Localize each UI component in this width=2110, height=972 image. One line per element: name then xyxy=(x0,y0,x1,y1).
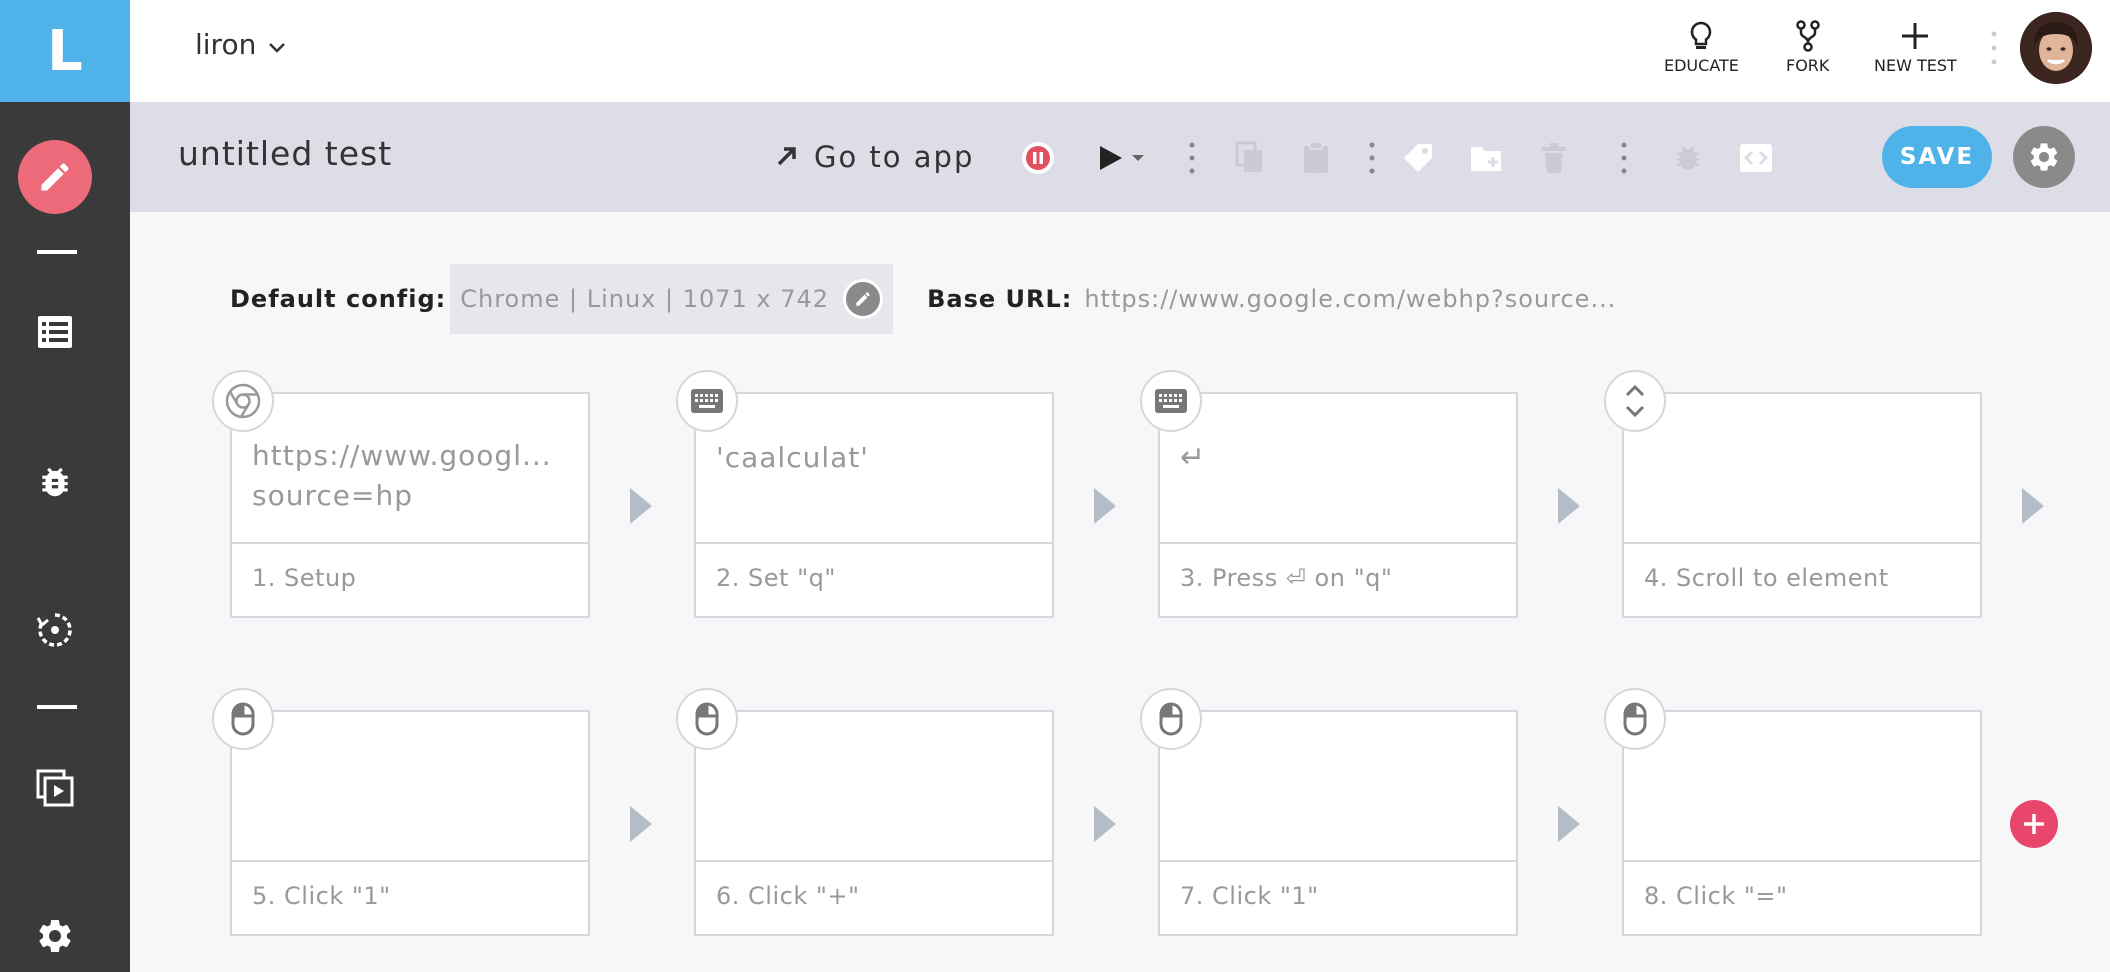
lightbulb-icon xyxy=(1688,20,1714,52)
debug-bug-icon[interactable] xyxy=(1668,138,1708,178)
step-card[interactable]: 5. Click "1" xyxy=(230,710,590,936)
tag-icon[interactable] xyxy=(1398,138,1438,178)
step-arrow xyxy=(1558,806,1580,842)
default-config-text: Chrome | Linux | 1071 x 742 xyxy=(460,285,830,313)
step-card[interactable]: 'caalculat' 2. Set "q" xyxy=(694,392,1054,618)
step-preview xyxy=(1624,712,1980,862)
step-label: 8. Click "=" xyxy=(1644,882,1788,910)
play-icon[interactable] xyxy=(1090,138,1130,178)
trash-icon[interactable] xyxy=(1534,138,1574,178)
pause-record-icon[interactable] xyxy=(1018,138,1058,178)
fork-label: FORK xyxy=(1786,56,1830,75)
sidebar-divider xyxy=(37,705,77,709)
toolbar-divider-dots xyxy=(1362,138,1382,178)
project-name: liron xyxy=(195,28,257,61)
keyboard-icon xyxy=(676,370,738,432)
sidebar: L xyxy=(0,0,130,972)
step-label: 2. Set "q" xyxy=(716,564,836,592)
sidebar-divider xyxy=(37,250,77,254)
step-label: 1. Setup xyxy=(252,564,357,592)
bug-icon[interactable] xyxy=(33,460,77,504)
paste-icon[interactable] xyxy=(1296,138,1336,178)
list-icon[interactable] xyxy=(33,310,77,354)
go-to-app-label: Go to app xyxy=(814,140,975,174)
step-arrow xyxy=(1094,806,1116,842)
fork-icon xyxy=(1795,20,1821,52)
scroll-icon xyxy=(1604,370,1666,432)
step-label: 6. Click "+" xyxy=(716,882,860,910)
refresh-icon[interactable] xyxy=(33,608,77,652)
step-preview xyxy=(696,712,1052,862)
step-preview xyxy=(1624,394,1980,544)
copy-icon[interactable] xyxy=(1230,138,1270,178)
step-card[interactable]: https://www.googl... source=hp 1. Setup xyxy=(230,392,590,618)
test-title[interactable]: untitled test xyxy=(178,134,392,173)
gear-icon[interactable] xyxy=(33,914,77,958)
educate-button[interactable]: EDUCATE xyxy=(1664,20,1739,75)
step-preview: https://www.googl... source=hp xyxy=(232,394,588,544)
step-arrow xyxy=(1558,488,1580,524)
step-card[interactable]: 6. Click "+" xyxy=(694,710,1054,936)
step-label: 3. Press ⏎ on "q" xyxy=(1180,564,1393,592)
educate-label: EDUCATE xyxy=(1664,56,1739,75)
top-header: liron EDUCATE FORK NEW TEST xyxy=(130,0,2110,102)
step-card[interactable]: 8. Click "=" xyxy=(1622,710,1982,936)
toolbar-divider-dots xyxy=(1614,138,1634,178)
chrome-icon xyxy=(212,370,274,432)
default-config-value[interactable]: Chrome | Linux | 1071 x 742 xyxy=(450,264,894,334)
step-label: 4. Scroll to element xyxy=(1644,564,1889,592)
avatar[interactable] xyxy=(2020,12,2092,84)
step-preview xyxy=(232,712,588,862)
test-toolbar: untitled test Go to app SAVE xyxy=(130,102,2110,212)
step-preview: 'caalculat' xyxy=(696,394,1052,544)
base-url-value[interactable]: https://www.google.com/webhp?source... xyxy=(1084,285,1616,313)
more-icon[interactable] xyxy=(1990,30,1998,70)
base-url-label: Base URL: xyxy=(927,285,1073,313)
project-selector[interactable]: liron xyxy=(195,28,286,61)
mouse-icon xyxy=(212,688,274,750)
play-dropdown-icon[interactable] xyxy=(1126,138,1150,178)
save-button[interactable]: SAVE xyxy=(1882,126,1992,188)
add-step-button[interactable] xyxy=(2010,800,2058,848)
arrow-up-right-icon xyxy=(776,140,798,174)
new-test-label: NEW TEST xyxy=(1874,56,1957,75)
step-preview: ↵ xyxy=(1160,394,1516,544)
app-logo[interactable]: L xyxy=(0,0,130,102)
fork-button[interactable]: FORK xyxy=(1786,20,1829,75)
step-arrow xyxy=(1094,488,1116,524)
step-arrow xyxy=(2022,488,2044,524)
go-to-app-button[interactable]: Go to app xyxy=(776,140,974,174)
code-icon[interactable] xyxy=(1736,138,1776,178)
chevron-down-icon xyxy=(268,28,286,61)
mouse-icon xyxy=(1604,688,1666,750)
keyboard-icon xyxy=(1140,370,1202,432)
default-config-label: Default config: xyxy=(230,285,447,313)
plus-icon xyxy=(1900,20,1930,52)
play-stack-icon[interactable] xyxy=(33,766,77,810)
mouse-icon xyxy=(676,688,738,750)
new-test-button[interactable]: NEW TEST xyxy=(1874,20,1957,75)
config-row: Default config: Chrome | Linux | 1071 x … xyxy=(230,264,1616,334)
step-card[interactable]: 7. Click "1" xyxy=(1158,710,1518,936)
test-settings-gear-icon[interactable] xyxy=(2013,126,2075,188)
pencil-icon[interactable] xyxy=(18,140,92,214)
step-arrow xyxy=(630,488,652,524)
edit-config-icon[interactable] xyxy=(843,279,884,319)
step-card[interactable]: ↵ 3. Press ⏎ on "q" xyxy=(1158,392,1518,618)
step-preview xyxy=(1160,712,1516,862)
toolbar-divider-dots xyxy=(1182,138,1202,178)
step-card[interactable]: 4. Scroll to element xyxy=(1622,392,1982,618)
step-label: 5. Click "1" xyxy=(252,882,391,910)
step-label: 7. Click "1" xyxy=(1180,882,1319,910)
step-arrow xyxy=(630,806,652,842)
mouse-icon xyxy=(1140,688,1202,750)
folder-add-icon[interactable] xyxy=(1466,138,1506,178)
